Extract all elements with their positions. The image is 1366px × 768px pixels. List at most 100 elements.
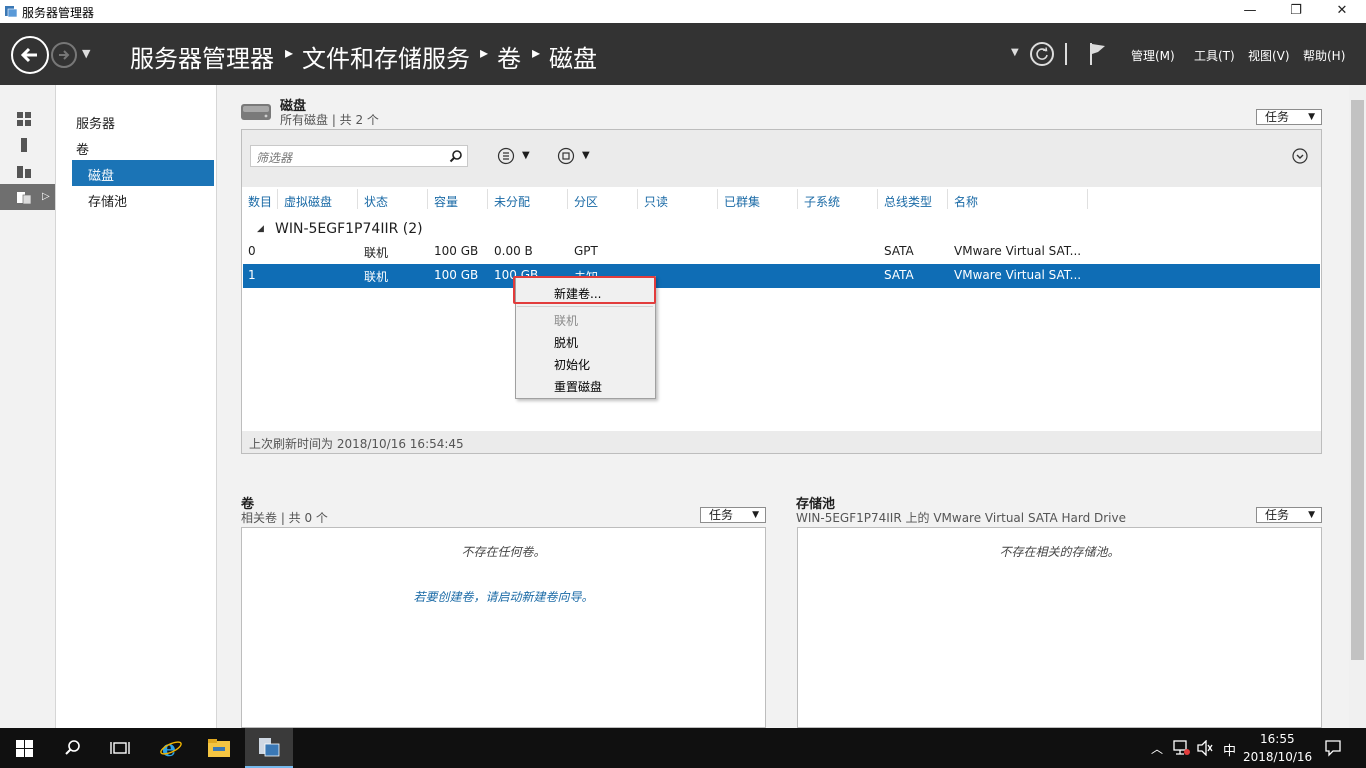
menu-item-reset-disk[interactable]: 重置磁盘 <box>554 378 602 395</box>
column-divider[interactable] <box>427 189 428 209</box>
breadcrumb-volumes[interactable]: 卷 <box>497 39 521 74</box>
breadcrumb-separator-icon: ▸ <box>480 43 489 62</box>
pools-empty-message: 不存在相关的存储池。 <box>999 545 1120 559</box>
column-header-virtual-disk[interactable]: 虚拟磁盘 <box>284 193 332 210</box>
taskbar-clock-time[interactable]: 16:55 <box>1260 732 1295 746</box>
file-explorer-icon[interactable] <box>207 737 231 759</box>
column-header-status[interactable]: 状态 <box>364 193 388 210</box>
dropdown-arrow-icon: ▼ <box>752 510 759 520</box>
server-manager-taskbar-icon <box>259 738 280 757</box>
rail-expand-arrow-icon[interactable]: ▷ <box>42 191 50 202</box>
arrow-left-icon <box>20 47 37 63</box>
forward-button[interactable] <box>51 42 77 68</box>
show-hidden-icons-chevron-icon[interactable]: ︿ <box>1151 740 1163 757</box>
save-query-dropdown-icon[interactable]: ▼ <box>582 150 590 161</box>
group-collapse-icon[interactable]: ◢ <box>257 224 264 234</box>
cell-name: VMware Virtual SAT... <box>954 244 1082 258</box>
dashboard-icon[interactable] <box>16 111 32 127</box>
taskbar-server-manager-button[interactable] <box>245 728 293 768</box>
column-header-bus-type[interactable]: 总线类型 <box>884 193 932 210</box>
volumes-tasks-button[interactable]: 任务 ▼ <box>700 507 766 523</box>
scrollbar-thumb[interactable] <box>1351 100 1364 660</box>
column-header-clustered[interactable]: 已群集 <box>724 193 760 210</box>
back-button[interactable] <box>11 36 49 74</box>
list-view-icon[interactable] <box>497 147 515 165</box>
nav-item-volumes[interactable]: 卷 <box>76 139 89 158</box>
column-divider[interactable] <box>1087 189 1088 209</box>
notifications-flag-icon[interactable] <box>1088 41 1108 67</box>
collapse-panel-icon[interactable] <box>1292 148 1308 164</box>
menu-separator <box>517 306 653 307</box>
column-divider[interactable] <box>567 189 568 209</box>
nav-item-disks[interactable]: 磁盘 <box>72 160 214 186</box>
close-button[interactable]: ✕ <box>1319 0 1365 23</box>
menu-help[interactable]: 帮助(H) <box>1303 47 1345 64</box>
windows-start-icon[interactable] <box>16 740 33 757</box>
column-divider[interactable] <box>487 189 488 209</box>
list-view-dropdown-icon[interactable]: ▼ <box>522 150 530 161</box>
maximize-button[interactable]: ❐ <box>1273 0 1319 23</box>
nav-item-storage-pools[interactable]: 存储池 <box>88 191 127 210</box>
menu-item-initialize[interactable]: 初始化 <box>554 356 590 373</box>
network-icon[interactable] <box>1173 740 1191 756</box>
column-divider[interactable] <box>797 189 798 209</box>
cell-status: 联机 <box>364 246 389 260</box>
task-view-icon[interactable] <box>110 739 130 757</box>
server-manager-app-icon <box>5 6 18 18</box>
refresh-button[interactable] <box>1030 42 1054 66</box>
menu-item-offline[interactable]: 脱机 <box>554 334 578 351</box>
filter-input[interactable]: 筛选器 <box>250 145 468 167</box>
pools-tasks-button[interactable]: 任务 ▼ <box>1256 507 1322 523</box>
nav-item-disks-label: 磁盘 <box>88 169 115 184</box>
internet-explorer-icon[interactable]: e <box>159 736 183 760</box>
disks-tasks-label: 任务 <box>1265 110 1290 124</box>
breadcrumb-separator-icon: ▸ <box>532 43 541 62</box>
cell-bus-type: SATA <box>884 268 914 282</box>
save-query-icon[interactable] <box>557 147 575 165</box>
column-divider[interactable] <box>277 189 278 209</box>
refresh-icon <box>1036 47 1048 60</box>
disks-tasks-button[interactable]: 任务 ▼ <box>1256 109 1322 125</box>
volumes-tasks-label: 任务 <box>709 508 734 522</box>
cell-number: 0 <box>248 244 256 258</box>
column-header-partition[interactable]: 分区 <box>574 193 598 210</box>
table-row-selected[interactable] <box>243 264 1320 288</box>
notification-center-icon[interactable] <box>1324 739 1342 757</box>
cell-unallocated: 0.00 B <box>494 244 533 258</box>
volume-muted-icon[interactable] <box>1196 740 1214 756</box>
search-icon[interactable] <box>64 739 82 757</box>
pools-tasks-label: 任务 <box>1265 508 1290 522</box>
column-header-name[interactable]: 名称 <box>954 193 978 210</box>
column-header-number[interactable]: 数目 <box>248 193 272 210</box>
input-method-indicator[interactable]: 中 <box>1223 740 1236 759</box>
column-header-unallocated[interactable]: 未分配 <box>494 193 530 210</box>
minimize-button[interactable]: — <box>1227 0 1273 23</box>
column-divider[interactable] <box>637 189 638 209</box>
refresh-dropdown-icon[interactable]: ▼ <box>1011 47 1019 58</box>
nav-item-servers[interactable]: 服务器 <box>76 113 115 132</box>
new-volume-wizard-link[interactable]: 若要创建卷，请启动新建卷向导。 <box>241 588 766 605</box>
all-servers-icon[interactable] <box>16 163 32 179</box>
column-divider[interactable] <box>717 189 718 209</box>
history-dropdown-icon[interactable]: ▼ <box>82 47 90 60</box>
server-group-label[interactable]: WIN-5EGF1P74IIR (2) <box>275 221 423 237</box>
column-divider[interactable] <box>877 189 878 209</box>
last-refresh-text: 上次刷新时间为 2018/10/16 16:54:45 <box>249 437 464 451</box>
menu-tools[interactable]: 工具(T) <box>1194 47 1235 64</box>
cell-name: VMware Virtual SAT... <box>954 268 1082 282</box>
menu-view[interactable]: 视图(V) <box>1248 47 1290 64</box>
local-server-icon[interactable] <box>16 137 32 153</box>
column-divider[interactable] <box>947 189 948 209</box>
column-header-read-only[interactable]: 只读 <box>644 193 668 210</box>
table-row[interactable] <box>243 240 1320 264</box>
column-header-capacity[interactable]: 容量 <box>434 193 458 210</box>
taskbar-clock-date[interactable]: 2018/10/16 <box>1243 750 1312 764</box>
breadcrumb-file-storage[interactable]: 文件和存储服务 <box>302 39 470 74</box>
window-titlebar: 服务器管理器 — ❐ ✕ <box>0 0 1366 23</box>
column-header-subsystem[interactable]: 子系统 <box>804 193 840 210</box>
search-icon[interactable] <box>449 149 463 163</box>
column-divider[interactable] <box>357 189 358 209</box>
menu-manage[interactable]: 管理(M) <box>1131 47 1175 64</box>
disks-footer: 上次刷新时间为 2018/10/16 16:54:45 <box>242 431 1321 453</box>
breadcrumb-server-manager[interactable]: 服务器管理器 <box>130 39 274 74</box>
